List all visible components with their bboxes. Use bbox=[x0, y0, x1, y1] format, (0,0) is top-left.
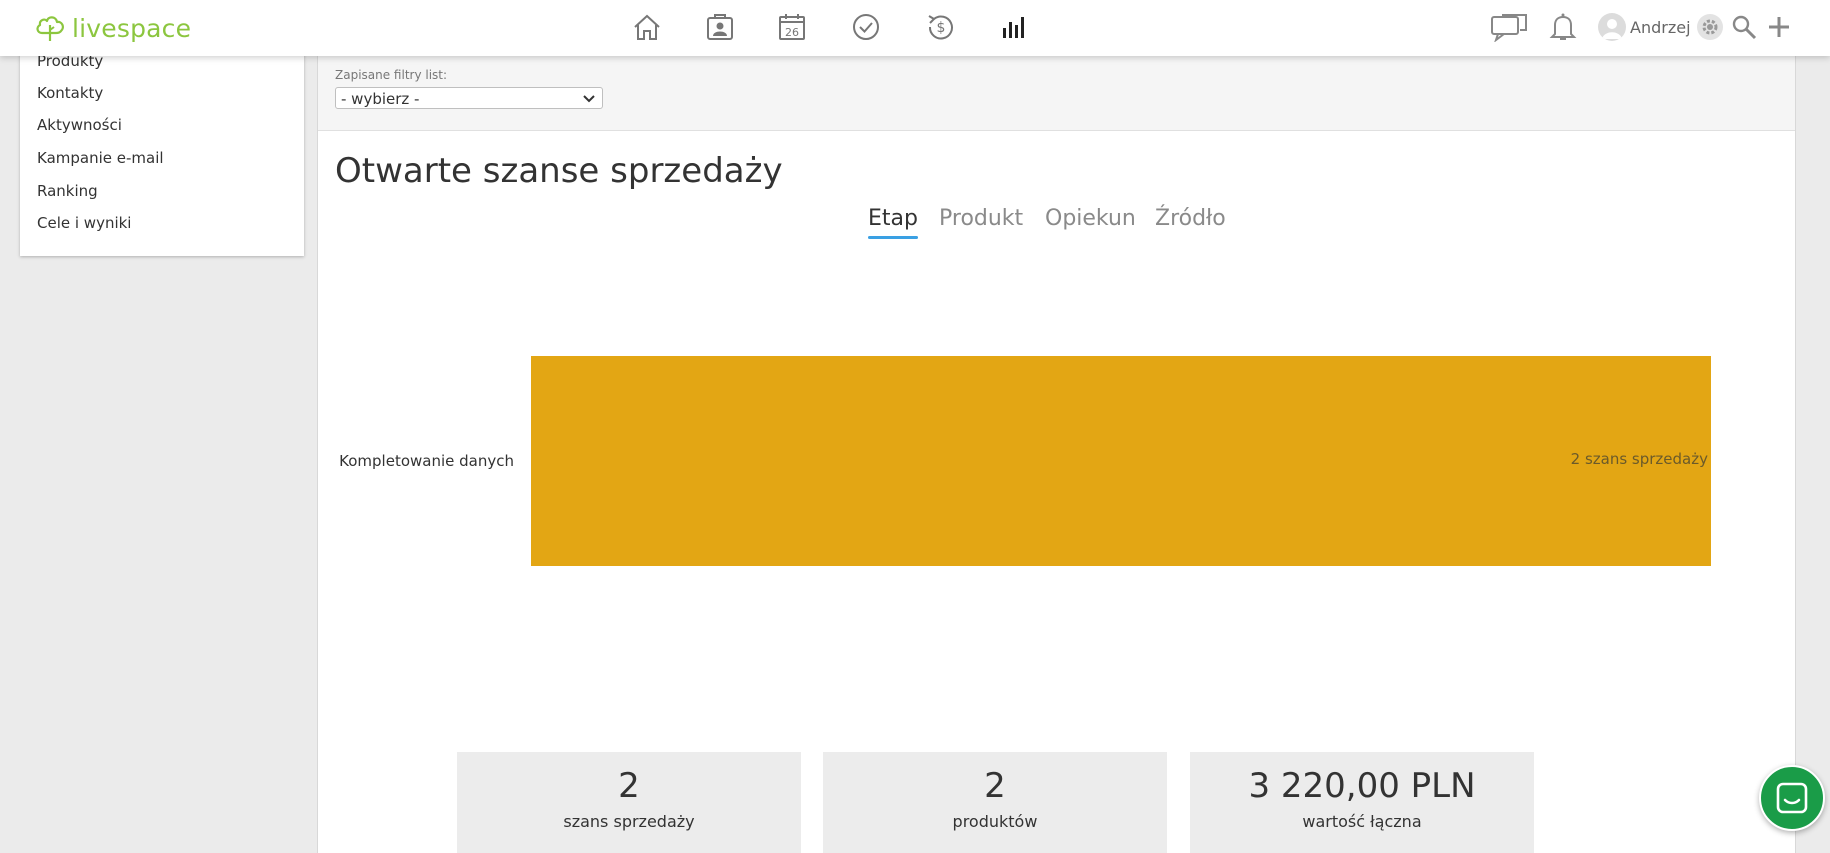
stat-label: szans sprzedaży bbox=[563, 812, 695, 831]
chat-widget-button[interactable] bbox=[1759, 765, 1825, 831]
sidebar-item-aktywnosci[interactable]: Aktywności bbox=[37, 116, 122, 134]
stat-card-deals: 2 szans sprzedaży bbox=[457, 752, 801, 853]
sidebar-item-kampanie-email[interactable]: Kampanie e-mail bbox=[37, 149, 164, 167]
chat-icon[interactable] bbox=[1490, 10, 1530, 44]
deals-icon[interactable]: $ bbox=[923, 10, 957, 44]
sidebar: Produkty Kontakty Aktywności Kampanie e-… bbox=[20, 48, 304, 256]
plus-icon[interactable] bbox=[1765, 10, 1793, 44]
cloud-logo-icon bbox=[36, 16, 64, 41]
tasks-icon[interactable] bbox=[849, 10, 883, 44]
sidebar-item-cele-i-wyniki[interactable]: Cele i wyniki bbox=[37, 214, 131, 232]
top-bar: livespace 26 $ Andrzej bbox=[0, 0, 1830, 56]
user-menu[interactable]: Andrzej bbox=[1598, 12, 1723, 42]
stat-value: 2 bbox=[984, 766, 1006, 806]
avatar bbox=[1598, 13, 1626, 41]
chart-bar[interactable] bbox=[531, 356, 1711, 566]
sidebar-item-ranking[interactable]: Ranking bbox=[37, 182, 98, 200]
gear-icon[interactable] bbox=[1696, 14, 1723, 40]
chevron-down-icon bbox=[582, 88, 596, 116]
tab-bar: Etap Produkt Opiekun Źródło bbox=[318, 206, 1795, 242]
chat-bubble-icon bbox=[1776, 782, 1808, 814]
saved-filters-label: Zapisane filtry list: bbox=[335, 68, 448, 82]
bar-chart: Kompletowanie danych 2 szans sprzedaży bbox=[339, 356, 1711, 566]
calendar-day: 26 bbox=[785, 26, 799, 39]
stat-card-products: 2 produktów bbox=[823, 752, 1167, 853]
home-icon[interactable] bbox=[630, 10, 664, 44]
stat-value: 3 220,00 PLN bbox=[1248, 766, 1476, 806]
tab-zrodlo[interactable]: Źródło bbox=[1155, 206, 1226, 231]
data-label: 2 szans sprzedaży bbox=[1571, 450, 1708, 468]
saved-filters-value: - wybierz - bbox=[341, 90, 420, 108]
search-icon[interactable] bbox=[1730, 10, 1758, 44]
stat-value: 2 bbox=[618, 766, 640, 806]
page-title: Otwarte szanse sprzedaży bbox=[335, 151, 783, 191]
livespace-logo[interactable]: livespace bbox=[34, 10, 191, 46]
logo-text: livespace bbox=[72, 13, 192, 43]
stat-label: wartość łączna bbox=[1302, 812, 1422, 831]
contacts-icon[interactable] bbox=[703, 10, 737, 44]
stat-card-total-value: 3 220,00 PLN wartość łączna bbox=[1190, 752, 1534, 853]
tab-produkt[interactable]: Produkt bbox=[939, 206, 1023, 231]
stat-label: produktów bbox=[952, 812, 1038, 831]
saved-filters-select[interactable]: - wybierz - bbox=[335, 87, 603, 109]
bell-icon[interactable] bbox=[1549, 10, 1577, 44]
filter-bar: Zapisane filtry list: - wybierz - bbox=[318, 56, 1795, 131]
calendar-icon[interactable]: 26 bbox=[775, 10, 809, 44]
svg-text:$: $ bbox=[937, 20, 946, 36]
reports-icon[interactable] bbox=[996, 10, 1030, 44]
user-name: Andrzej bbox=[1630, 17, 1691, 37]
main-content: Zapisane filtry list: - wybierz - Otwart… bbox=[317, 56, 1796, 853]
sidebar-item-kontakty[interactable]: Kontakty bbox=[37, 84, 103, 102]
tab-etap[interactable]: Etap bbox=[868, 206, 918, 239]
category-label: Kompletowanie danych bbox=[339, 452, 514, 470]
tab-opiekun[interactable]: Opiekun bbox=[1045, 206, 1136, 231]
